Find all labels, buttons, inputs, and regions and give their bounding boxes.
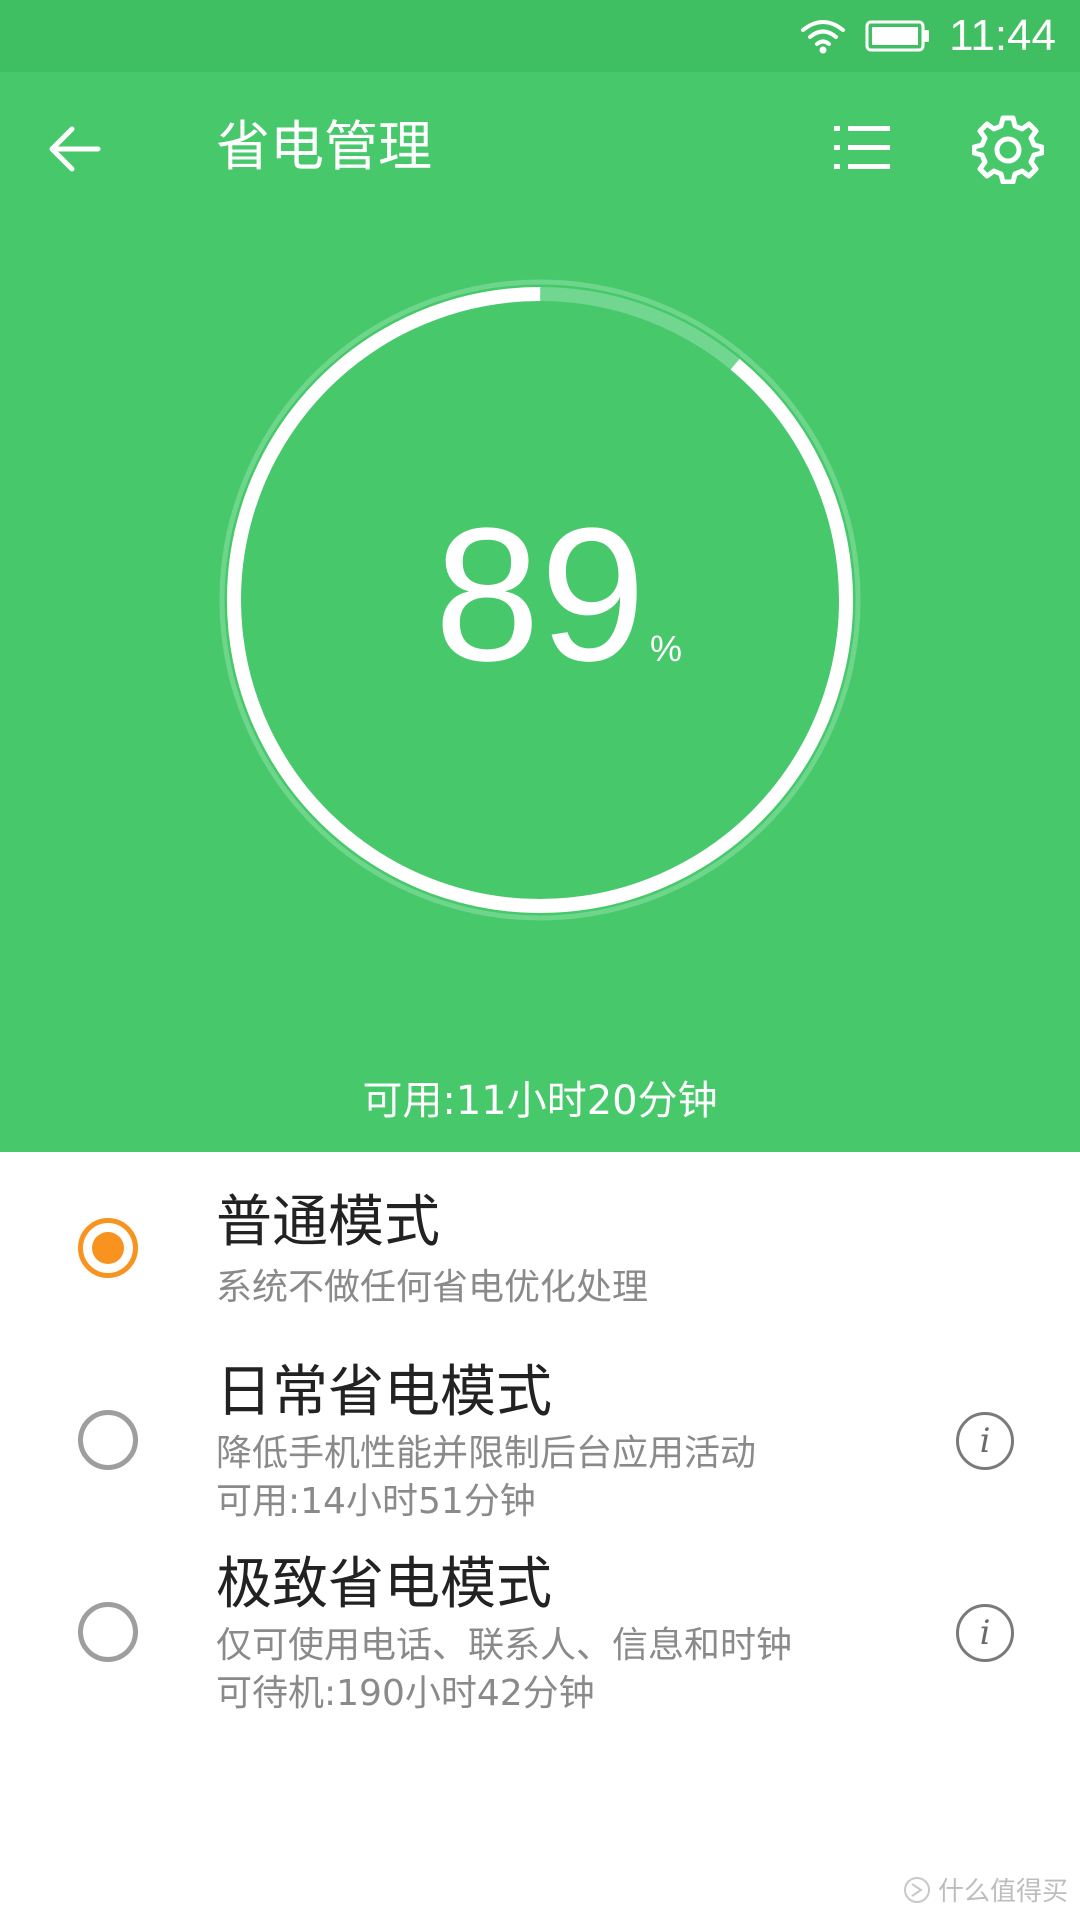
watermark: 什么值得买 bbox=[902, 1871, 1068, 1908]
mode-daily-saving[interactable]: 日常省电模式 降低手机性能并限制后台应用活动 可用:14小时51分钟 i bbox=[0, 1350, 1080, 1530]
battery-percent: 89 bbox=[434, 489, 646, 701]
watermark-logo-icon bbox=[903, 1876, 930, 1903]
list-icon bbox=[834, 126, 890, 169]
battery-percent-sign: % bbox=[650, 628, 683, 669]
toolbar: 省电管理 bbox=[0, 72, 1080, 222]
back-button[interactable] bbox=[40, 114, 110, 184]
mode-extreme-saving[interactable]: 极致省电模式 仅可使用电话、联系人、信息和时钟 可待机:190小时42分钟 i bbox=[0, 1542, 1080, 1722]
info-icon[interactable]: i bbox=[956, 1604, 1014, 1662]
mode-normal[interactable]: 普通模式 系统不做任何省电优化处理 bbox=[0, 1180, 1080, 1330]
mode-desc: 仅可使用电话、联系人、信息和时钟 bbox=[216, 1625, 793, 1666]
mode-title: 日常省电模式 bbox=[216, 1360, 552, 1425]
mode-desc: 系统不做任何省电优化处理 bbox=[216, 1267, 649, 1308]
mode-normal-radio[interactable] bbox=[78, 1218, 138, 1278]
mode-standby-time: 可待机:190小时42分钟 bbox=[216, 1673, 595, 1714]
mode-extreme-saving-radio[interactable] bbox=[78, 1602, 138, 1662]
back-arrow-icon bbox=[49, 126, 101, 172]
page-title: 省电管理 bbox=[216, 115, 432, 178]
list-button[interactable] bbox=[828, 112, 900, 184]
settings-button[interactable] bbox=[971, 112, 1045, 185]
info-icon[interactable]: i bbox=[956, 1412, 1014, 1470]
watermark-text: 什么值得买 bbox=[937, 1877, 1068, 1907]
available-time: 可用:11小时20分钟 bbox=[362, 1078, 718, 1124]
mode-desc: 降低手机性能并限制后台应用活动 bbox=[216, 1433, 757, 1474]
mode-daily-saving-radio[interactable] bbox=[78, 1410, 138, 1470]
mode-available-time: 可用:14小时51分钟 bbox=[216, 1481, 536, 1522]
mode-title: 普通模式 bbox=[216, 1190, 440, 1255]
mode-title: 极致省电模式 bbox=[216, 1552, 552, 1617]
gear-icon bbox=[971, 115, 1045, 185]
